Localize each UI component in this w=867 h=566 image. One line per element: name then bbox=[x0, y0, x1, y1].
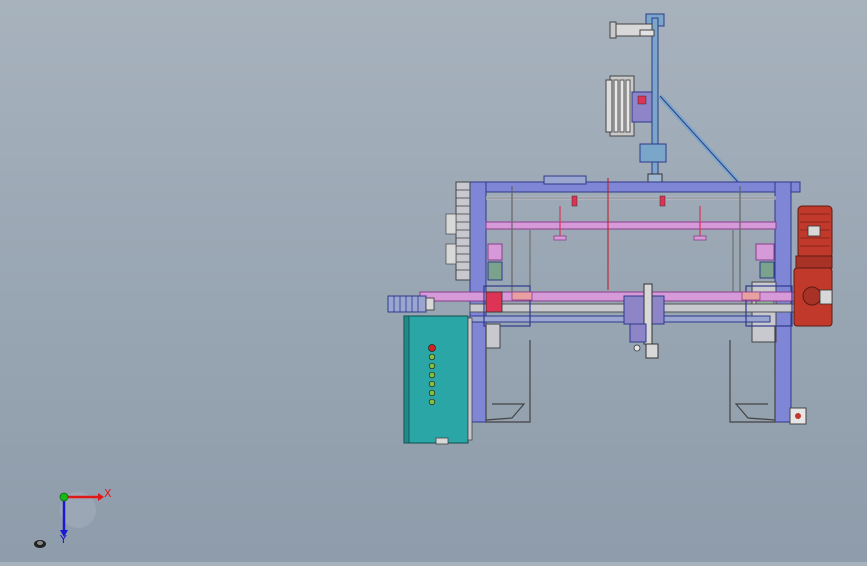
spool-discs bbox=[613, 79, 631, 133]
axis-origin bbox=[59, 492, 69, 502]
cabinet-body bbox=[403, 315, 469, 444]
upper-rail bbox=[485, 221, 777, 230]
coordinate-triad: X Y bbox=[59, 487, 112, 546]
motor-assembly bbox=[793, 205, 833, 327]
indicator-lamp-green bbox=[428, 389, 436, 397]
indicator-lamp-green bbox=[428, 398, 436, 406]
view-orientation-icon[interactable] bbox=[34, 540, 46, 548]
lower-shaft bbox=[469, 315, 771, 323]
indicator-lamp-red bbox=[428, 344, 436, 352]
top-beam-clamp bbox=[543, 175, 587, 185]
input-handle bbox=[387, 295, 435, 313]
arm-cylinder-cap bbox=[609, 21, 617, 39]
foot-bolt bbox=[795, 413, 801, 419]
x-axis-label: X bbox=[104, 487, 112, 500]
machine-drawing: X Y bbox=[34, 13, 833, 548]
control-cabinet bbox=[403, 315, 473, 445]
indicator-lamp-green bbox=[428, 353, 436, 361]
top-beam bbox=[469, 181, 801, 193]
indicator-lamp-green bbox=[428, 380, 436, 388]
y-axis-label: Y bbox=[59, 533, 67, 546]
right-column bbox=[774, 181, 792, 423]
indicator-lamp-green bbox=[428, 362, 436, 370]
cad-viewport[interactable]: X Y bbox=[0, 0, 867, 562]
indicator-lamp-green bbox=[428, 371, 436, 379]
arm-bracket bbox=[639, 143, 667, 163]
top-arm-assembly bbox=[605, 13, 740, 185]
